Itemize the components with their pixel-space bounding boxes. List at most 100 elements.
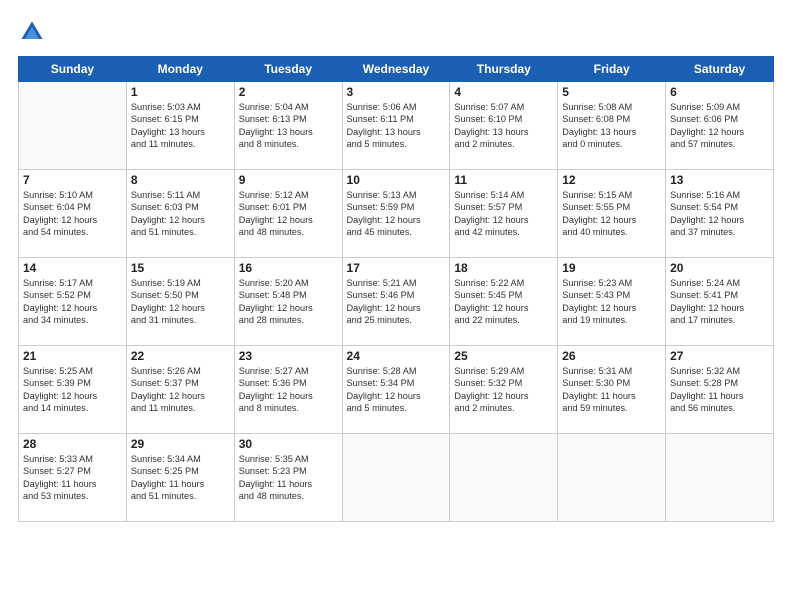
day-cell-empty: [666, 434, 774, 522]
day-cell-23: 23Sunrise: 5:27 AMSunset: 5:36 PMDayligh…: [234, 346, 342, 434]
day-info: Sunrise: 5:34 AMSunset: 5:25 PMDaylight:…: [131, 453, 230, 503]
day-header-friday: Friday: [558, 57, 666, 82]
day-cell-20: 20 Sunrise: 5:24 AMSunset: 5:41 PMDayligh…: [666, 258, 774, 346]
day-info: Sunrise: 5:19 AMSunset: 5:50 PMDaylight:…: [131, 277, 230, 327]
day-info: Sunrise: 5:25 AMSunset: 5:39 PMDaylight:…: [23, 365, 122, 415]
day-header-monday: Monday: [126, 57, 234, 82]
day-info: Sunrise: 5:32 AMSunset: 5:28 PMDaylight:…: [670, 365, 769, 415]
week-row-2: 7 Sunrise: 5:10 AMSunset: 6:04 PMDaylight…: [19, 170, 774, 258]
day-cell-27: 27 Sunrise: 5:32 AMSunset: 5:28 PMDayligh…: [666, 346, 774, 434]
day-cell-12: 12 Sunrise: 5:15 AMSunset: 5:55 PMDayligh…: [558, 170, 666, 258]
day-info: Sunrise: 5:22 AMSunset: 5:45 PMDaylight:…: [454, 277, 553, 327]
day-cell-30: 30 Sunrise: 5:35 AMSunset: 5:23 PMDayligh…: [234, 434, 342, 522]
day-number: 16: [239, 261, 338, 275]
day-cell-25: 25 Sunrise: 5:29 AMSunset: 5:32 PMDayligh…: [450, 346, 558, 434]
day-number: 8: [131, 173, 230, 187]
day-number: 11: [454, 173, 553, 187]
day-number: 20: [670, 261, 769, 275]
day-cell-26: 26 Sunrise: 5:31 AMSunset: 5:30 PMDayligh…: [558, 346, 666, 434]
day-number: 22: [131, 349, 230, 363]
day-number: 27: [670, 349, 769, 363]
day-number: 24: [347, 349, 446, 363]
day-number: 10: [347, 173, 446, 187]
day-info: Sunrise: 5:10 AMSunset: 6:04 PMDaylight:…: [23, 189, 122, 239]
day-cell-2: 2Sunrise: 5:04 AMSunset: 6:13 PMDaylight…: [234, 82, 342, 170]
day-info: Sunrise: 5:35 AMSunset: 5:23 PMDaylight:…: [239, 453, 338, 503]
day-info: Sunrise: 5:17 AMSunset: 5:52 PMDaylight:…: [23, 277, 122, 327]
day-info: Sunrise: 5:15 AMSunset: 5:55 PMDaylight:…: [562, 189, 661, 239]
day-cell-4: 4 Sunrise: 5:07 AMSunset: 6:10 PMDaylight…: [450, 82, 558, 170]
day-number: 4: [454, 85, 553, 99]
day-number: 7: [23, 173, 122, 187]
day-number: 3: [347, 85, 446, 99]
header: [18, 18, 774, 46]
day-info: Sunrise: 5:20 AMSunset: 5:48 PMDaylight:…: [239, 277, 338, 327]
day-cell-3: 3 Sunrise: 5:06 AMSunset: 6:11 PMDaylight…: [342, 82, 450, 170]
day-cell-19: 19 Sunrise: 5:23 AMSunset: 5:43 PMDayligh…: [558, 258, 666, 346]
day-number: 19: [562, 261, 661, 275]
day-info: Sunrise: 5:24 AMSunset: 5:41 PMDaylight:…: [670, 277, 769, 327]
day-cell-empty: [19, 82, 127, 170]
day-info: Sunrise: 5:11 AMSunset: 6:03 PMDaylight:…: [131, 189, 230, 239]
day-cell-22: 22 Sunrise: 5:26 AMSunset: 5:37 PMDayligh…: [126, 346, 234, 434]
day-info: Sunrise: 5:03 AMSunset: 6:15 PMDaylight:…: [131, 101, 230, 151]
day-number: 15: [131, 261, 230, 275]
day-number: 12: [562, 173, 661, 187]
day-cell-15: 15 Sunrise: 5:19 AMSunset: 5:50 PMDayligh…: [126, 258, 234, 346]
day-info: Sunrise: 5:26 AMSunset: 5:37 PMDaylight:…: [131, 365, 230, 415]
day-cell-5: 5Sunrise: 5:08 AMSunset: 6:08 PMDaylight…: [558, 82, 666, 170]
day-cell-29: 29 Sunrise: 5:34 AMSunset: 5:25 PMDayligh…: [126, 434, 234, 522]
day-cell-28: 28 Sunrise: 5:33 AMSunset: 5:27 PMDayligh…: [19, 434, 127, 522]
day-number: 5: [562, 85, 661, 99]
day-number: 18: [454, 261, 553, 275]
day-number: 25: [454, 349, 553, 363]
logo-icon: [18, 18, 46, 46]
day-number: 23: [239, 349, 338, 363]
day-cell-18: 18 Sunrise: 5:22 AMSunset: 5:45 PMDayligh…: [450, 258, 558, 346]
day-number: 9: [239, 173, 338, 187]
day-header-wednesday: Wednesday: [342, 57, 450, 82]
day-cell-empty: [450, 434, 558, 522]
week-row-3: 14 Sunrise: 5:17 AMSunset: 5:52 PMDayligh…: [19, 258, 774, 346]
day-cell-1: 1 Sunrise: 5:03 AMSunset: 6:15 PMDaylight…: [126, 82, 234, 170]
day-info: Sunrise: 5:12 AMSunset: 6:01 PMDaylight:…: [239, 189, 338, 239]
day-header-saturday: Saturday: [666, 57, 774, 82]
day-number: 21: [23, 349, 122, 363]
day-number: 14: [23, 261, 122, 275]
day-number: 1: [131, 85, 230, 99]
day-info: Sunrise: 5:33 AMSunset: 5:27 PMDaylight:…: [23, 453, 122, 503]
day-number: 30: [239, 437, 338, 451]
day-info: Sunrise: 5:06 AMSunset: 6:11 PMDaylight:…: [347, 101, 446, 151]
day-cell-6: 6Sunrise: 5:09 AMSunset: 6:06 PMDaylight…: [666, 82, 774, 170]
day-info: Sunrise: 5:16 AMSunset: 5:54 PMDaylight:…: [670, 189, 769, 239]
day-info: Sunrise: 5:09 AMSunset: 6:06 PMDaylight:…: [670, 101, 769, 151]
day-cell-16: 16 Sunrise: 5:20 AMSunset: 5:48 PMDayligh…: [234, 258, 342, 346]
header-row: SundayMondayTuesdayWednesdayThursdayFrid…: [19, 57, 774, 82]
week-row-1: 1 Sunrise: 5:03 AMSunset: 6:15 PMDaylight…: [19, 82, 774, 170]
day-number: 17: [347, 261, 446, 275]
day-cell-24: 24 Sunrise: 5:28 AMSunset: 5:34 PMDayligh…: [342, 346, 450, 434]
day-cell-7: 7 Sunrise: 5:10 AMSunset: 6:04 PMDaylight…: [19, 170, 127, 258]
calendar-table: SundayMondayTuesdayWednesdayThursdayFrid…: [18, 56, 774, 522]
day-info: Sunrise: 5:14 AMSunset: 5:57 PMDaylight:…: [454, 189, 553, 239]
day-cell-empty: [342, 434, 450, 522]
day-cell-empty: [558, 434, 666, 522]
day-info: Sunrise: 5:31 AMSunset: 5:30 PMDaylight:…: [562, 365, 661, 415]
day-info: Sunrise: 5:04 AMSunset: 6:13 PMDaylight:…: [239, 101, 338, 151]
day-cell-17: 17 Sunrise: 5:21 AMSunset: 5:46 PMDayligh…: [342, 258, 450, 346]
page: SundayMondayTuesdayWednesdayThursdayFrid…: [0, 0, 792, 612]
day-number: 28: [23, 437, 122, 451]
logo: [18, 18, 50, 46]
day-info: Sunrise: 5:28 AMSunset: 5:34 PMDaylight:…: [347, 365, 446, 415]
day-info: Sunrise: 5:29 AMSunset: 5:32 PMDaylight:…: [454, 365, 553, 415]
day-cell-14: 14 Sunrise: 5:17 AMSunset: 5:52 PMDayligh…: [19, 258, 127, 346]
day-cell-10: 10Sunrise: 5:13 AMSunset: 5:59 PMDayligh…: [342, 170, 450, 258]
day-cell-11: 11 Sunrise: 5:14 AMSunset: 5:57 PMDayligh…: [450, 170, 558, 258]
day-number: 29: [131, 437, 230, 451]
day-info: Sunrise: 5:21 AMSunset: 5:46 PMDaylight:…: [347, 277, 446, 327]
day-info: Sunrise: 5:23 AMSunset: 5:43 PMDaylight:…: [562, 277, 661, 327]
day-info: Sunrise: 5:07 AMSunset: 6:10 PMDaylight:…: [454, 101, 553, 151]
week-row-5: 28 Sunrise: 5:33 AMSunset: 5:27 PMDayligh…: [19, 434, 774, 522]
day-number: 26: [562, 349, 661, 363]
day-cell-9: 9 Sunrise: 5:12 AMSunset: 6:01 PMDaylight…: [234, 170, 342, 258]
